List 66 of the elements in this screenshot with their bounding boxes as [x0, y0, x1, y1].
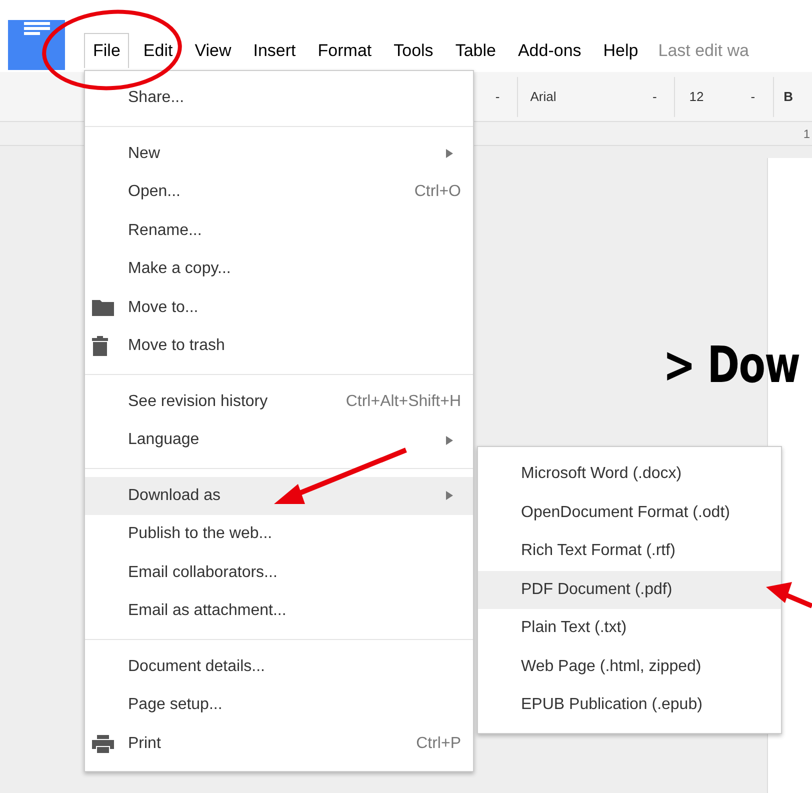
- menu-item[interactable]: Help: [595, 33, 646, 68]
- pointer-arrow: [766, 582, 812, 608]
- menu-entry[interactable]: Share...: [85, 79, 473, 118]
- menu-entry[interactable]: Print Ctrl+P: [85, 724, 473, 763]
- font-size-dropdown[interactable]: 12: [689, 86, 704, 106]
- menu-entry[interactable]: Move to...: [85, 288, 473, 327]
- menu-item[interactable]: Insert: [245, 33, 304, 68]
- menu-label: See revision history: [128, 392, 269, 412]
- menu-label: Language: [128, 430, 200, 450]
- shortcut-label: Ctrl+O: [414, 182, 461, 202]
- menu-entry[interactable]: Make a copy...: [85, 250, 473, 288]
- submenu-entry[interactable]: Rich Text Format (.rtf): [478, 532, 781, 570]
- menu-label: Document details...: [128, 656, 266, 677]
- menu-label: Move to trash: [128, 336, 226, 356]
- menu-label: Make a copy...: [128, 259, 232, 280]
- menu-label: Publish to the web...: [128, 524, 274, 544]
- shortcut-label: Ctrl+Alt+Shift+H: [346, 392, 461, 412]
- folder-icon: [92, 299, 114, 316]
- lines-icon: [24, 22, 50, 36]
- menu-item[interactable]: Table: [447, 33, 504, 68]
- menu-item[interactable]: Tools: [386, 33, 442, 68]
- menu-label: Open...: [128, 182, 182, 202]
- menu-label: Print: [128, 734, 162, 754]
- menu-entry[interactable]: Page setup...: [85, 686, 473, 724]
- menu-label: Move to...: [128, 298, 200, 318]
- menu-entry[interactable]: See revision history Ctrl+Alt+Shift+H: [85, 382, 473, 421]
- overlay-heading: > Dow: [663, 340, 800, 390]
- menu-entry[interactable]: Move to trash: [85, 327, 473, 366]
- menu-item[interactable]: Edit: [135, 33, 181, 68]
- submenu-entry[interactable]: Plain Text (.txt): [478, 609, 781, 648]
- menu-entry[interactable]: Document details...: [85, 648, 473, 686]
- menu-item[interactable]: View: [186, 33, 240, 68]
- menu-item[interactable]: Format: [310, 33, 380, 68]
- submenu-entry[interactable]: EPUB Publication (.epub): [478, 686, 781, 724]
- menu-item[interactable]: Add-ons: [510, 33, 590, 68]
- menu-entry[interactable]: Download as: [85, 476, 473, 515]
- menu-label: Download as: [128, 486, 222, 506]
- menu-entry[interactable]: Open... Ctrl+O: [85, 173, 473, 212]
- menu-item[interactable]: File: [84, 33, 130, 68]
- dropdown-arrow[interactable]: -: [750, 86, 756, 106]
- submenu-entry[interactable]: OpenDocument Format (.odt): [478, 494, 781, 532]
- dropdown-arrow[interactable]: -: [495, 86, 500, 106]
- menu-label: New: [128, 144, 162, 164]
- printer-icon: [92, 734, 114, 753]
- menu-entry[interactable]: Publish to the web...: [85, 515, 473, 554]
- shortcut-label: Ctrl+P: [416, 734, 461, 754]
- menu-entry[interactable]: New: [85, 134, 473, 173]
- ruler-number: 1: [803, 126, 810, 142]
- menu-label: Share...: [128, 88, 186, 108]
- font-dropdown[interactable]: Arial: [530, 86, 556, 106]
- last-edit-link[interactable]: Last edit wa: [658, 38, 749, 64]
- trash-icon: [92, 336, 108, 356]
- menu-label: Email collaborators...: [128, 562, 278, 583]
- menu-entry[interactable]: Language: [85, 421, 473, 460]
- menu-label: Rename...: [128, 220, 203, 241]
- menu-entry[interactable]: Email as attachment...: [85, 592, 473, 630]
- submenu-entry[interactable]: Microsoft Word (.docx): [478, 455, 781, 494]
- menu-entry[interactable]: Rename...: [85, 212, 473, 250]
- docs-logo[interactable]: [8, 20, 65, 70]
- submenu-entry[interactable]: PDF Document (.pdf): [478, 570, 781, 609]
- menu-label: Page setup...: [128, 695, 224, 716]
- dropdown-arrow[interactable]: -: [652, 86, 657, 106]
- bold-button[interactable]: B: [784, 86, 793, 106]
- submenu-entry[interactable]: Web Page (.html, zipped): [478, 648, 781, 686]
- menu-label: Email as attachment...: [128, 601, 288, 622]
- menu-entry[interactable]: Email collaborators...: [85, 554, 473, 592]
